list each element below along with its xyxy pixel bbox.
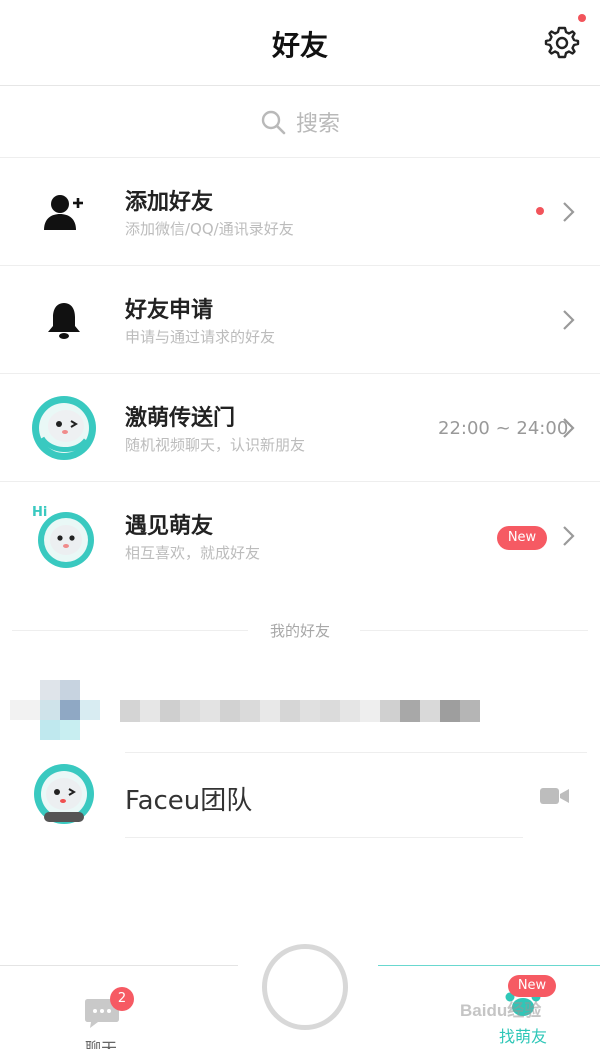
add-user-icon	[30, 178, 98, 246]
video-camera-icon[interactable]	[540, 786, 570, 806]
search-icon	[261, 110, 286, 134]
tab-label: 聊天	[84, 1039, 117, 1049]
header: 好友	[0, 0, 600, 86]
tabbar-active-indicator	[378, 965, 600, 966]
bell-icon	[30, 286, 98, 354]
add-friend-notification-dot	[536, 207, 544, 215]
divider-line	[360, 630, 588, 631]
hi-mascot-icon: Hi	[30, 502, 98, 570]
blurred-friend-name	[120, 700, 480, 722]
portal-time-range: 22:00 ~ 24:00	[438, 418, 569, 439]
friend-name: Faceu团队	[125, 786, 253, 816]
new-badge: New	[497, 526, 547, 550]
faceu-avatar[interactable]	[30, 764, 98, 826]
gear-icon[interactable]	[544, 24, 580, 60]
settings-notification-dot	[578, 14, 586, 22]
row-separator	[125, 837, 523, 838]
menu-item-subtitle: 相互喜欢，就成好友	[125, 544, 261, 562]
menu-item-title: 遇见萌友	[125, 514, 214, 539]
camera-shutter-button[interactable]	[262, 944, 348, 1030]
menu-item-subtitle: 随机视频聊天，认识新朋友	[125, 436, 306, 454]
menu-item-subtitle: 添加微信/QQ/通讯录好友	[125, 220, 294, 238]
menu-item-add-friend[interactable]: 添加好友 添加微信/QQ/通讯录好友	[0, 158, 600, 266]
menu-item-subtitle: 申请与通过请求的好友	[125, 328, 276, 346]
chevron-right-icon	[563, 202, 575, 222]
tab-chat[interactable]: 2 聊天	[66, 979, 136, 1049]
chevron-right-icon	[563, 310, 575, 330]
menu-item-friend-requests[interactable]: 好友申请 申请与通过请求的好友	[0, 266, 600, 374]
search-placeholder: 搜索	[295, 111, 340, 137]
tab-label: 找萌友	[498, 1027, 547, 1046]
new-badge: New	[508, 975, 556, 997]
menu-item-title: 好友申请	[125, 298, 214, 323]
my-friends-section-header: 我的好友	[0, 618, 600, 642]
watermark: Baidu经验	[460, 1001, 542, 1020]
menu-item-title: 添加好友	[125, 190, 214, 215]
chevron-right-icon	[563, 526, 575, 546]
blurred-avatar[interactable]	[10, 680, 100, 740]
page-title: 好友	[271, 29, 328, 62]
svg-text:Hi: Hi	[32, 505, 47, 520]
mascot-icon	[30, 394, 98, 462]
tabbar-divider	[0, 965, 238, 966]
menu-item-title: 激萌传送门	[125, 406, 236, 431]
unread-count-badge: 2	[110, 987, 134, 1011]
search-bar[interactable]: 搜索	[0, 86, 600, 158]
row-separator	[125, 752, 587, 753]
